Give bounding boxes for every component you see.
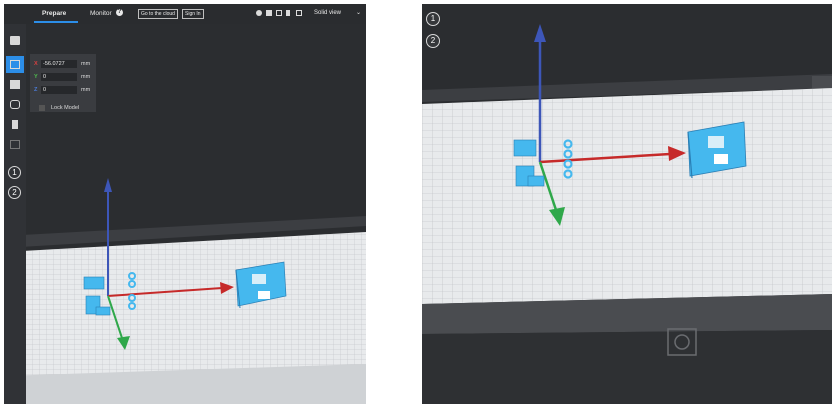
- view-mode-select[interactable]: Solid view: [314, 10, 341, 16]
- right-viewport-panel: 1 2: [422, 4, 832, 404]
- model-bracket: [687, 121, 747, 177]
- z-axis-label: Z: [34, 87, 38, 93]
- lock-model-label: Lock Model: [51, 105, 80, 111]
- open-folder-icon: [10, 36, 20, 45]
- edit-icon[interactable]: [296, 10, 302, 16]
- pin-icon[interactable]: [286, 10, 290, 16]
- right-3d-scene[interactable]: [422, 4, 832, 404]
- rotate-button[interactable]: [6, 96, 24, 113]
- x-unit-label: mm: [81, 61, 91, 67]
- camera-icon[interactable]: [256, 10, 262, 16]
- move-transform-panel: X -56.0727 mm Y 0 mm Z 0 mm Lock Model: [30, 54, 96, 112]
- z-axis-arrow: [104, 178, 112, 192]
- object-badge-2[interactable]: 2: [426, 34, 440, 48]
- y-position-row: Y 0 mm: [33, 73, 95, 82]
- scale-button[interactable]: [6, 76, 24, 93]
- left-viewport-panel: Prepare Monitor ? Go to the cloud Sign I…: [4, 4, 366, 404]
- tool-sidebar: 1 2: [4, 24, 26, 404]
- active-tab-indicator: [34, 21, 78, 23]
- model-part: [513, 139, 537, 157]
- z-unit-label: mm: [81, 87, 91, 93]
- object-badge-2[interactable]: 2: [8, 186, 21, 199]
- go-to-cloud-button[interactable]: Go to the cloud: [138, 9, 178, 19]
- z-axis-arrow: [534, 24, 546, 42]
- mirror-icon: [12, 120, 18, 129]
- lock-model-checkbox[interactable]: [39, 105, 45, 111]
- scale-icon: [10, 80, 20, 89]
- y-axis-label: Y: [34, 74, 38, 80]
- x-position-row: X -56.0727 mm: [33, 60, 95, 69]
- rotate-icon: [10, 100, 20, 109]
- frame-icon[interactable]: [276, 10, 282, 16]
- model-part: [83, 276, 105, 290]
- y-position-input[interactable]: 0: [41, 73, 77, 81]
- top-toolbar: Prepare Monitor ? Go to the cloud Sign I…: [4, 4, 366, 24]
- model-part: [95, 306, 111, 316]
- x-axis-label: X: [34, 61, 38, 67]
- model-part: [527, 175, 545, 187]
- move-icon: [10, 60, 20, 69]
- tab-prepare[interactable]: Prepare: [42, 10, 66, 17]
- move-button[interactable]: [6, 56, 24, 73]
- mirror-button[interactable]: [6, 116, 24, 133]
- z-position-input[interactable]: 0: [41, 86, 77, 94]
- tab-monitor[interactable]: Monitor: [90, 10, 112, 17]
- sign-in-button[interactable]: Sign In: [182, 9, 204, 19]
- x-position-input[interactable]: -56.0727: [41, 60, 77, 68]
- layers-icon[interactable]: [266, 10, 272, 16]
- support-button[interactable]: [6, 136, 24, 153]
- z-position-row: Z 0 mm: [33, 86, 95, 95]
- object-badge-1[interactable]: 1: [8, 166, 21, 179]
- object-badge-1[interactable]: 1: [426, 12, 440, 26]
- help-icon[interactable]: ?: [116, 9, 123, 16]
- chevron-down-icon[interactable]: ⌄: [356, 9, 361, 16]
- y-unit-label: mm: [81, 74, 91, 80]
- support-icon: [10, 140, 20, 149]
- open-folder-button[interactable]: [6, 32, 24, 49]
